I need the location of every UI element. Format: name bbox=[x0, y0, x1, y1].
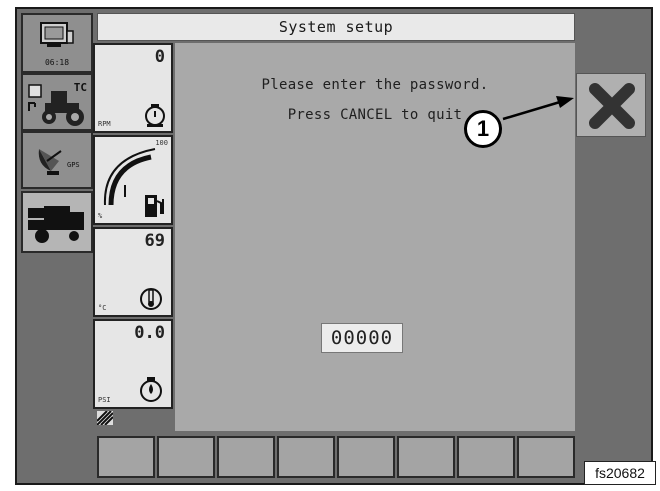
close-icon bbox=[589, 83, 635, 129]
tractor-label: TC bbox=[73, 81, 87, 94]
page-title: System setup bbox=[97, 13, 575, 41]
gauge-rpm: 0 RPM bbox=[93, 43, 173, 133]
sidebar-item-combine[interactable] bbox=[21, 191, 93, 253]
combine-harvester-icon bbox=[28, 206, 84, 243]
gauge-fuel: 100 % bbox=[93, 135, 173, 225]
cancel-instruction: Press CANCEL to quit bbox=[287, 107, 463, 123]
function-key-5[interactable] bbox=[337, 436, 395, 478]
rpm-value: 0 bbox=[154, 47, 165, 67]
callout-number: 1 bbox=[464, 110, 502, 148]
temperature-unit: °C bbox=[98, 304, 107, 312]
function-key-4[interactable] bbox=[277, 436, 335, 478]
password-dialog: Please enter the password. Press CANCEL … bbox=[175, 43, 575, 431]
sidebar-item-clock[interactable]: 06:18 bbox=[21, 13, 93, 73]
engine-icon bbox=[145, 104, 165, 127]
monitor-icon bbox=[40, 22, 74, 47]
sidebar-item-gps[interactable]: GPS bbox=[21, 131, 93, 189]
thermometer-icon bbox=[140, 288, 162, 310]
fuel-pump-icon bbox=[145, 195, 164, 217]
satellite-dish-icon bbox=[38, 149, 62, 175]
temperature-value: 69 bbox=[144, 231, 165, 251]
password-prompt: Please enter the password. bbox=[261, 77, 489, 93]
rpm-unit: RPM bbox=[98, 120, 111, 128]
sidebar-item-tractor[interactable]: TC bbox=[21, 73, 93, 131]
cancel-button[interactable] bbox=[576, 73, 646, 137]
gps-label: GPS bbox=[67, 161, 80, 169]
function-key-7[interactable] bbox=[457, 436, 515, 478]
function-key-8[interactable] bbox=[517, 436, 575, 478]
function-key-2[interactable] bbox=[157, 436, 215, 478]
pressure-unit: PSI bbox=[98, 396, 111, 404]
oil-pressure-icon bbox=[140, 377, 162, 402]
fuel-max-label: 100 bbox=[155, 139, 168, 147]
terminal-screen: System setup 06:18 TC GPS 0 RPM 100 % 69… bbox=[15, 7, 653, 485]
fuel-unit: % bbox=[98, 212, 103, 220]
hatch-indicator-icon bbox=[97, 411, 113, 425]
clock-label: 06:18 bbox=[44, 58, 70, 67]
function-key-1[interactable] bbox=[97, 436, 155, 478]
password-input[interactable]: 00000 bbox=[321, 323, 403, 353]
function-key-6[interactable] bbox=[397, 436, 455, 478]
figure-id-label: fs20682 bbox=[584, 461, 656, 485]
function-key-3[interactable] bbox=[217, 436, 275, 478]
gauge-temperature: 69 °C bbox=[93, 227, 173, 317]
gauge-pressure: 0.0 PSI bbox=[93, 319, 173, 409]
pressure-value: 0.0 bbox=[134, 323, 165, 343]
